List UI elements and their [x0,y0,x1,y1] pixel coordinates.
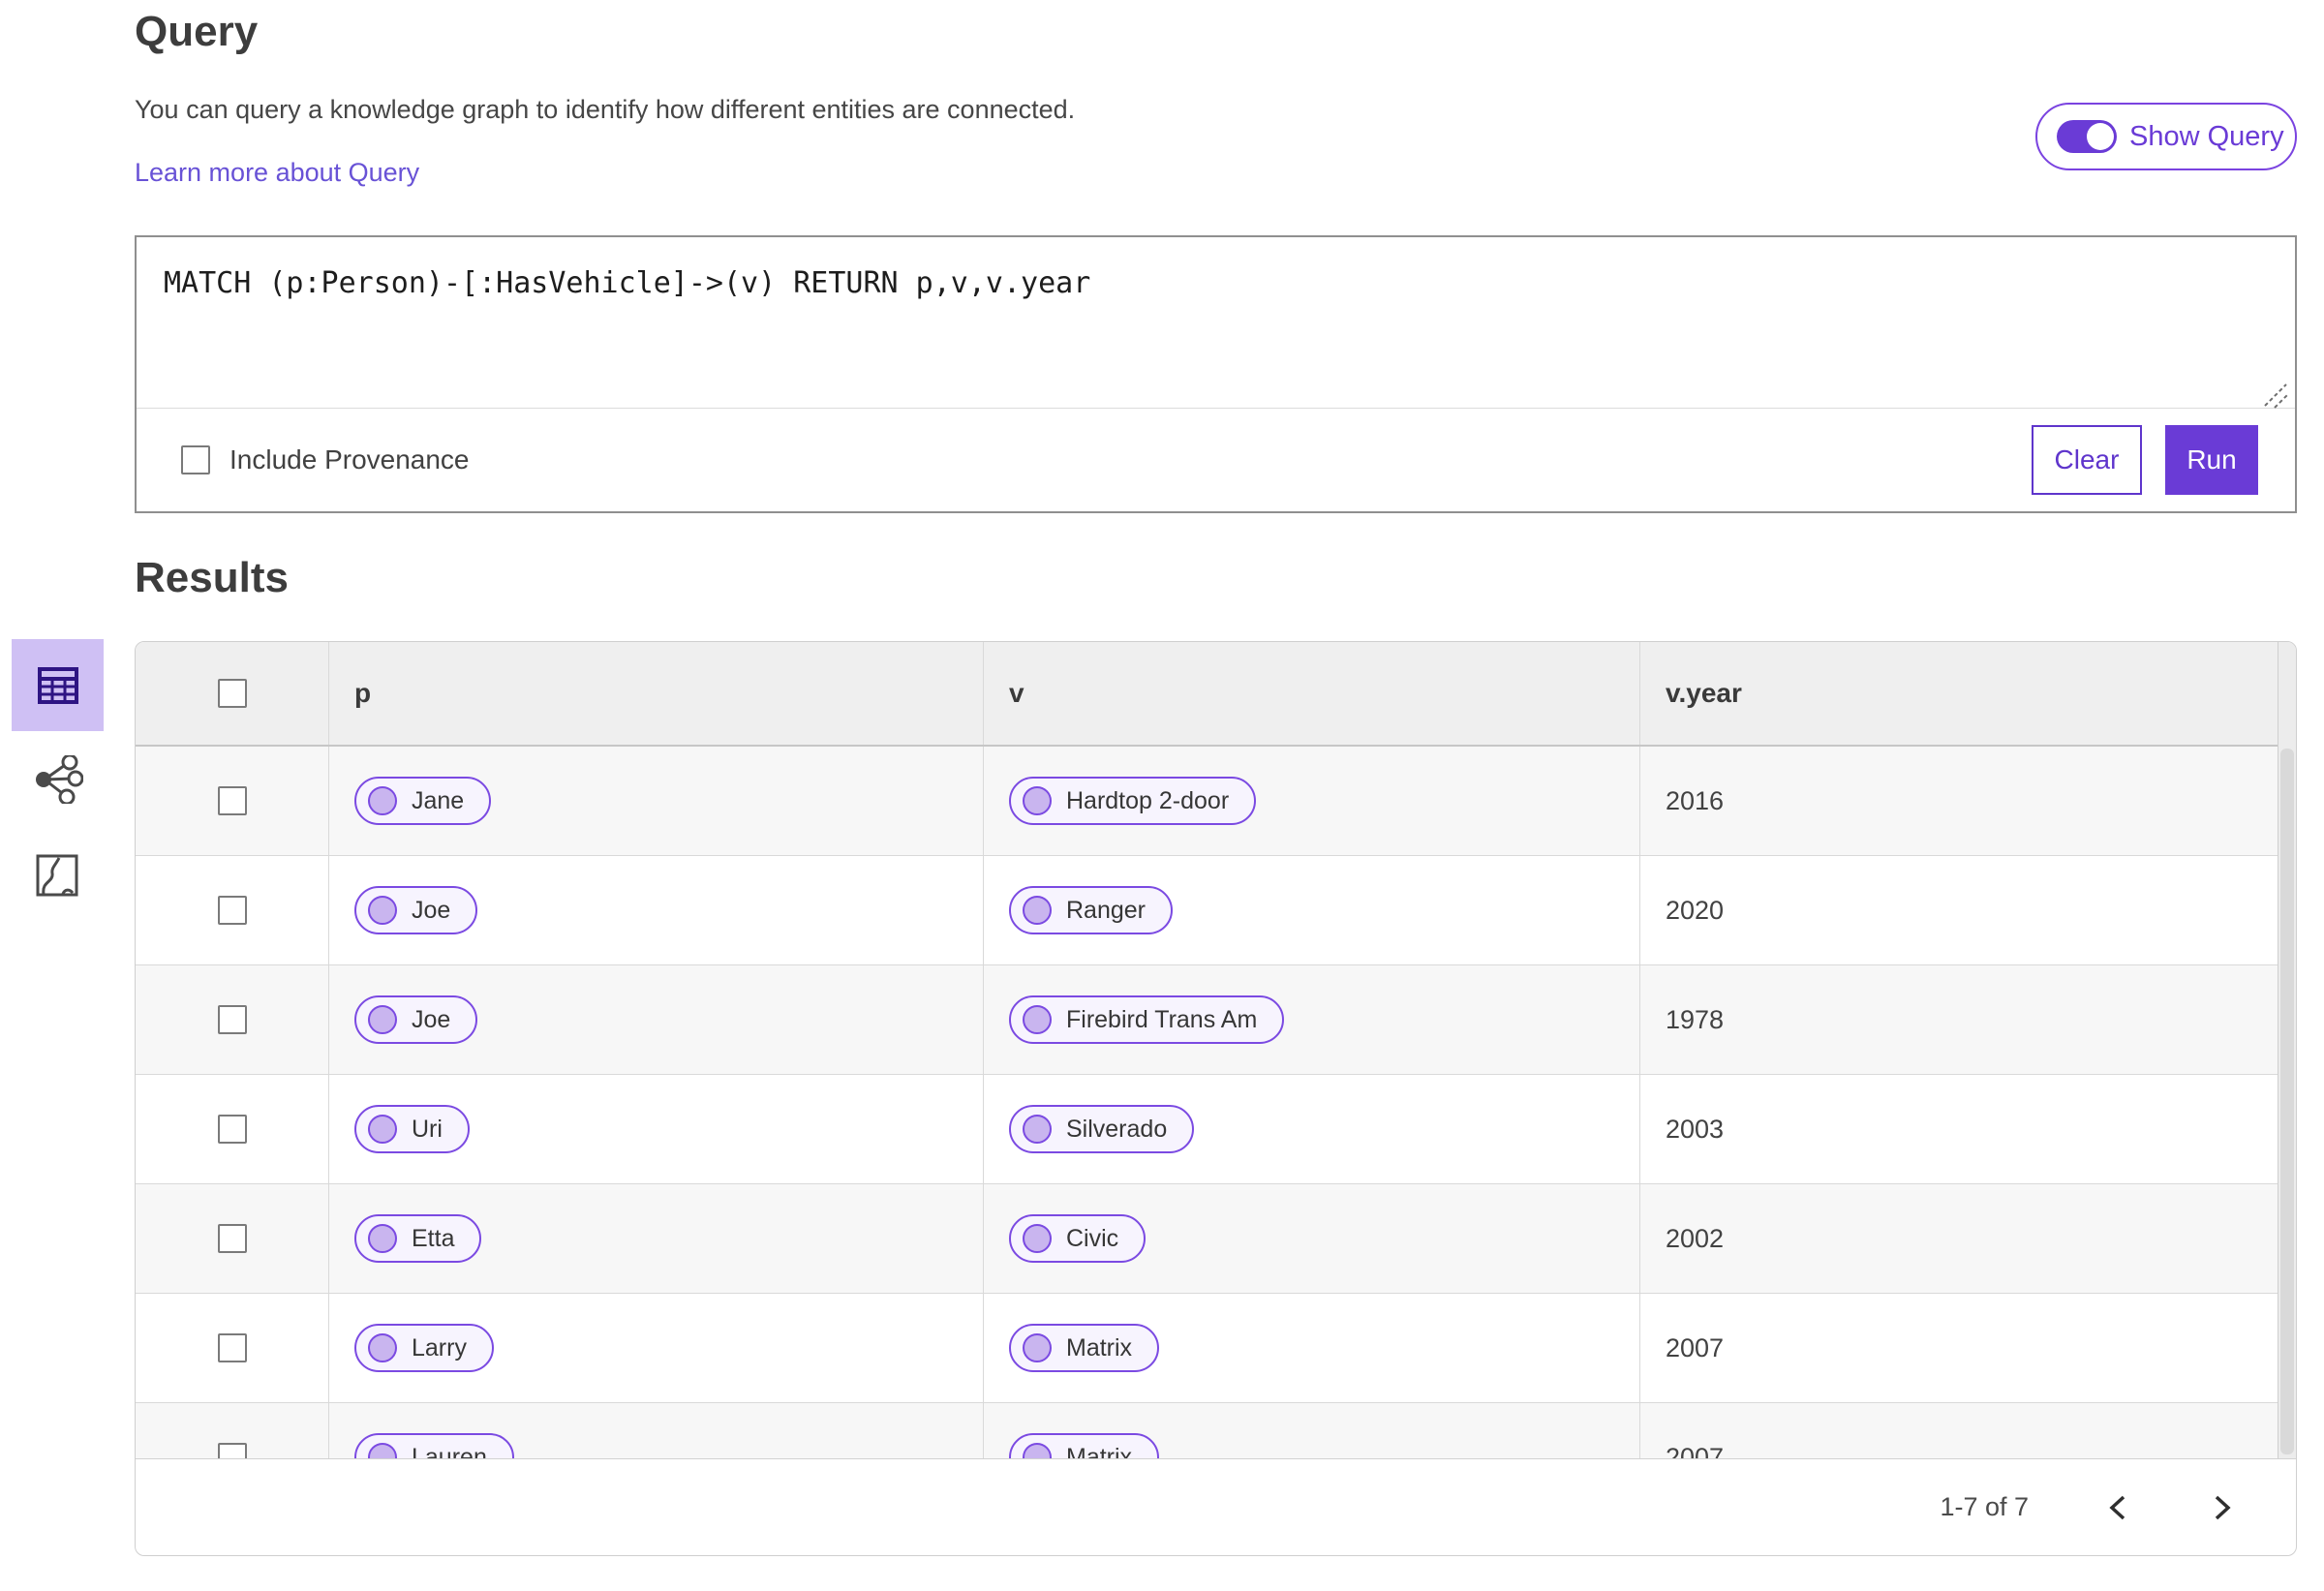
year-value: 2002 [1666,1223,1725,1253]
query-footer: Include Provenance Clear Run [137,409,2295,511]
clear-button[interactable]: Clear [2032,425,2142,495]
row-checkbox[interactable] [217,1005,247,1034]
row-checkbox[interactable] [217,1443,247,1458]
entity-pill-v[interactable]: Matrix [1009,1324,1160,1372]
scrollbar-thumb[interactable] [2280,749,2294,1454]
entity-pill-p[interactable]: Etta [354,1214,482,1263]
entity-dot-icon [368,1005,397,1034]
entity-dot-icon [368,1443,397,1458]
toggle-switch-icon[interactable] [2057,120,2117,153]
entity-pill-p[interactable]: Joe [354,995,478,1044]
table-header-row: p v v.year [136,642,2296,747]
toggle-knob [2087,123,2114,150]
entity-pill-p[interactable]: Uri [354,1105,470,1153]
results-table: p v v.year Jane Hardtop 2-door 2016 Joe … [135,641,2297,1556]
year-value: 1978 [1666,1004,1725,1034]
entity-dot-icon [1023,1443,1052,1458]
table-row: Joe Firebird Trans Am 1978 [136,965,2296,1075]
header-cell-vyear: v.year [1666,678,1742,708]
select-all-checkbox[interactable] [217,679,247,708]
header-cell-v: v [984,642,1640,745]
entity-dot-icon [1023,786,1052,815]
table-row: Lauren Matrix 2007 [136,1403,2296,1458]
entity-pill-v[interactable]: Firebird Trans Am [1009,995,1285,1044]
entity-dot-icon [368,1224,397,1253]
view-mode-chart[interactable] [32,850,82,901]
query-editor-card: MATCH (p:Person)-[:HasVehicle]->(v) RETU… [135,235,2297,513]
chevron-right-icon [2215,1495,2231,1519]
row-checkbox[interactable] [217,1333,247,1362]
chevron-left-icon [2109,1495,2125,1519]
entity-dot-icon [368,1115,397,1144]
entity-pill-p[interactable]: Jane [354,777,492,825]
entity-pill-p[interactable]: Larry [354,1324,494,1372]
resize-handle-icon[interactable] [2255,381,2290,410]
entity-dot-icon [1023,1333,1052,1362]
entity-pill-v[interactable]: Matrix [1009,1433,1160,1458]
run-button[interactable]: Run [2165,425,2258,495]
table-scrollbar[interactable] [2278,642,2296,1458]
entity-pill-v[interactable]: Silverado [1009,1105,1195,1153]
learn-more-link[interactable]: Learn more about Query [135,158,419,188]
pagination-range-label: 1-7 of 7 [1940,1492,2029,1521]
table-row: Joe Ranger 2020 [136,856,2296,965]
entity-pill-p[interactable]: Joe [354,886,478,934]
row-checkbox[interactable] [217,1115,247,1144]
pagination-next-button[interactable] [2193,1479,2251,1537]
entity-dot-icon [1023,896,1052,925]
graph-view-icon [36,755,83,804]
entity-dot-icon [1023,1224,1052,1253]
pagination-prev-button[interactable] [2089,1479,2147,1537]
table-row: Etta Civic 2002 [136,1184,2296,1294]
year-value: 2003 [1666,1114,1725,1144]
show-query-label: Show Query [2129,120,2284,152]
entity-pill-v[interactable]: Hardtop 2-door [1009,777,1257,825]
query-input[interactable]: MATCH (p:Person)-[:HasVehicle]->(v) RETU… [137,237,2295,409]
entity-dot-icon [1023,1005,1052,1034]
include-provenance-label: Include Provenance [229,444,470,474]
entity-dot-icon [368,1333,397,1362]
page-description: You can query a knowledge graph to ident… [135,95,1076,124]
header-cell-p: p [329,642,984,745]
chart-view-icon [36,854,78,897]
table-pagination: 1-7 of 7 [136,1458,2296,1555]
view-mode-graph[interactable] [29,750,87,809]
year-value: 2007 [1666,1442,1725,1459]
entity-dot-icon [1023,1115,1052,1144]
row-checkbox[interactable] [217,786,247,815]
year-value: 2020 [1666,895,1725,925]
entity-dot-icon [368,896,397,925]
table-row: Jane Hardtop 2-door 2016 [136,747,2296,856]
header-cell-select [136,642,329,745]
year-value: 2016 [1666,785,1725,815]
row-checkbox[interactable] [217,896,247,925]
entity-pill-p[interactable]: Lauren [354,1433,514,1458]
row-checkbox[interactable] [217,1224,247,1253]
table-body: Jane Hardtop 2-door 2016 Joe Ranger 2020… [136,747,2296,1458]
show-query-toggle[interactable]: Show Query [2035,103,2297,170]
table-row: Uri Silverado 2003 [136,1075,2296,1184]
entity-pill-v[interactable]: Ranger [1009,886,1173,934]
include-provenance-checkbox[interactable] [181,445,210,474]
entity-dot-icon [368,786,397,815]
entity-pill-v[interactable]: Civic [1009,1214,1147,1263]
page-title: Query [135,8,259,55]
year-value: 2007 [1666,1332,1725,1362]
view-mode-table[interactable] [12,639,104,731]
table-view-icon [37,666,78,704]
results-title: Results [135,554,289,601]
table-row: Larry Matrix 2007 [136,1294,2296,1403]
